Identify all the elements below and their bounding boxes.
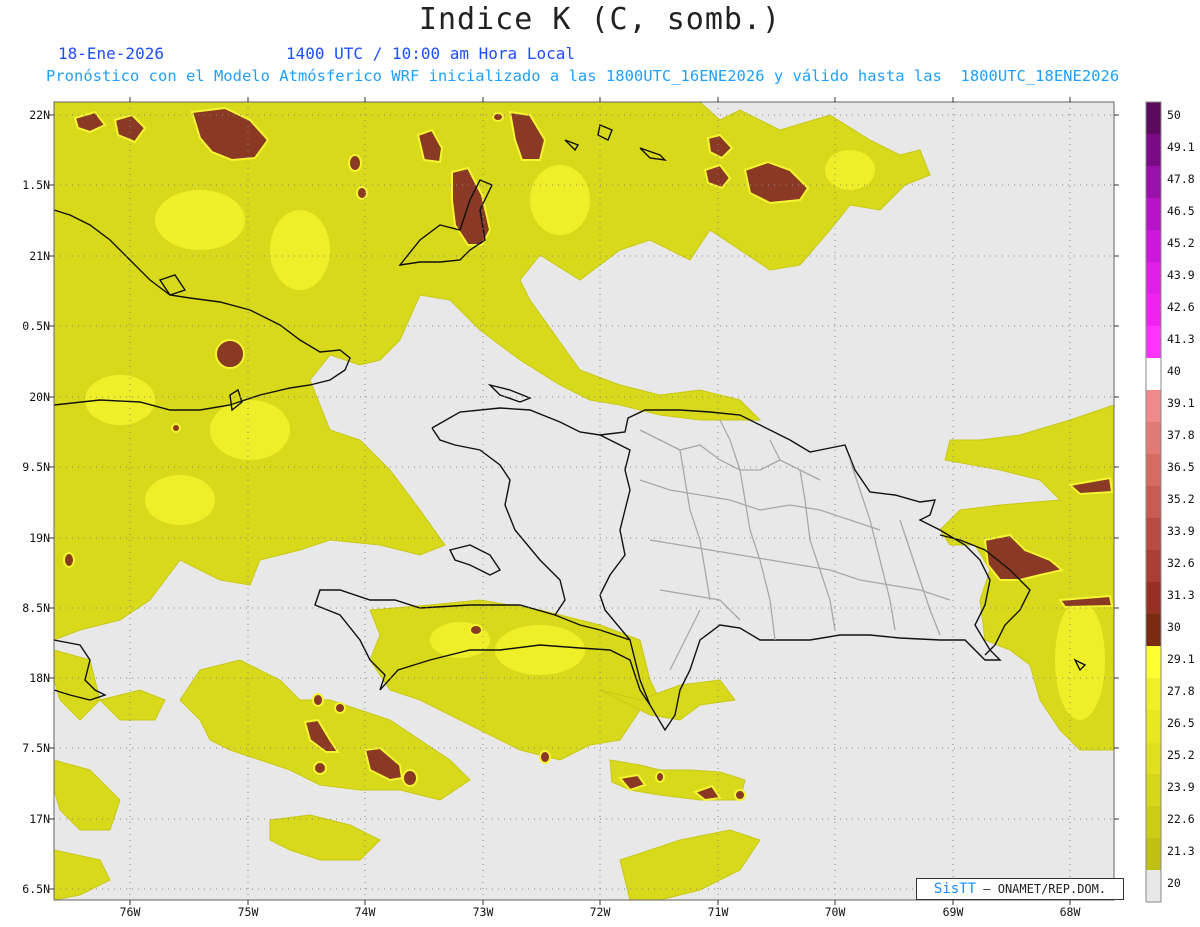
colorbar-swatch: [1146, 806, 1161, 839]
map-canvas: 22N 1.5N 21N 0.5N 20N 9.5N 19N 8.5N 18N …: [22, 97, 1162, 919]
lat-label: 9.5N: [22, 460, 50, 474]
colorbar-swatch: [1146, 358, 1161, 391]
forecast-time: 1400 UTC / 10:00 am Hora Local: [286, 44, 575, 63]
lat-label: 8.5N: [22, 601, 50, 615]
colorbar-swatch: [1146, 134, 1161, 167]
colorbar-swatch: [1146, 454, 1161, 487]
lat-label: 20N: [29, 390, 50, 404]
credit-text: – ONAMET/REP.DOM.: [976, 882, 1107, 896]
colorbar-label: 29.1: [1167, 652, 1195, 666]
lon-label: 74W: [355, 905, 376, 919]
colorbar-swatch: [1146, 614, 1161, 647]
lat-label: 7.5N: [22, 741, 50, 755]
colorbar-label: 36.5: [1167, 460, 1195, 474]
forecast-date: 18-Ene-2026: [58, 44, 164, 63]
lat-label: 18N: [29, 671, 50, 685]
colorbar-swatch: [1146, 582, 1161, 615]
colorbar-swatch: [1146, 518, 1161, 551]
colorbar-label: 20: [1167, 876, 1181, 890]
colorbar-swatch: [1146, 166, 1161, 199]
colorbar-swatch: [1146, 486, 1161, 519]
colorbar-label: 22.6: [1167, 812, 1195, 826]
lat-label: 1.5N: [22, 178, 50, 192]
colorbar-label: 31.3: [1167, 588, 1195, 602]
colorbar-swatch: [1146, 422, 1161, 455]
colorbar-label: 43.9: [1167, 268, 1195, 282]
colorbar-swatch: [1146, 838, 1161, 871]
colorbar-label: 47.8: [1167, 172, 1195, 186]
lon-label: 76W: [120, 905, 141, 919]
colorbar-swatch: [1146, 390, 1161, 423]
colorbar-swatch: [1146, 870, 1161, 903]
lat-label: 6.5N: [22, 882, 50, 896]
colorbar-label: 35.2: [1167, 492, 1195, 506]
colorbar-swatch: [1146, 294, 1161, 327]
lon-label: 72W: [590, 905, 611, 919]
lon-labels: 76W 75W 74W 73W 72W 71W 70W 69W 68W: [120, 905, 1081, 919]
colorbar-label: 37.8: [1167, 428, 1195, 442]
colorbar-label: 41.3: [1167, 332, 1195, 346]
colorbar-swatch: [1146, 678, 1161, 711]
colorbar-label: 39.1: [1167, 396, 1195, 410]
brand-logo: SisTT: [933, 881, 977, 897]
colorbar-swatch: [1146, 326, 1161, 359]
lon-label: 68W: [1060, 905, 1081, 919]
model-description: Pronóstico con el Modelo Atmósferico WRF…: [46, 67, 1120, 85]
colorbar-swatch: [1146, 646, 1161, 679]
colorbar-label: 27.8: [1167, 684, 1195, 698]
colorbar-swatch: [1146, 774, 1161, 807]
colorbar-label: 42.6: [1167, 300, 1195, 314]
map-title: Indice K (C, somb.): [418, 2, 782, 37]
colorbar-label: 46.5: [1167, 204, 1195, 218]
credit-box: SisTT – ONAMET/REP.DOM.: [916, 878, 1124, 900]
lon-label: 69W: [943, 905, 964, 919]
colorbar-swatch: [1146, 102, 1161, 135]
colorbar-label: 26.5: [1167, 716, 1195, 730]
colorbar-swatch: [1146, 742, 1161, 775]
lat-label: 21N: [29, 249, 50, 263]
colorbar-label: 49.1: [1167, 140, 1195, 154]
lat-label: 17N: [29, 812, 50, 826]
colorbar-label: 21.3: [1167, 844, 1195, 858]
colorbar-label: 45.2: [1167, 236, 1195, 250]
colorbar-label: 30: [1167, 620, 1181, 634]
colorbar-swatch: [1146, 550, 1161, 583]
colorbar-label: 25.2: [1167, 748, 1195, 762]
colorbar-swatch: [1146, 230, 1161, 263]
lat-label: 19N: [29, 531, 50, 545]
lon-label: 73W: [473, 905, 494, 919]
lat-label: 22N: [29, 108, 50, 122]
colorbar: [1145, 101, 1162, 903]
colorbar-label: 33.9: [1167, 524, 1195, 538]
colorbar-label: 32.6: [1167, 556, 1195, 570]
lon-label: 75W: [238, 905, 259, 919]
lon-label: 70W: [825, 905, 846, 919]
lat-label: 0.5N: [22, 319, 50, 333]
colorbar-swatch: [1146, 262, 1161, 295]
colorbar-swatch: [1146, 710, 1161, 743]
colorbar-swatch: [1146, 198, 1161, 231]
colorbar-label: 23.9: [1167, 780, 1195, 794]
colorbar-label: 50: [1167, 108, 1181, 122]
lat-labels: 22N 1.5N 21N 0.5N 20N 9.5N 19N 8.5N 18N …: [22, 108, 50, 896]
lon-label: 71W: [708, 905, 729, 919]
colorbar-label: 40: [1167, 364, 1181, 378]
